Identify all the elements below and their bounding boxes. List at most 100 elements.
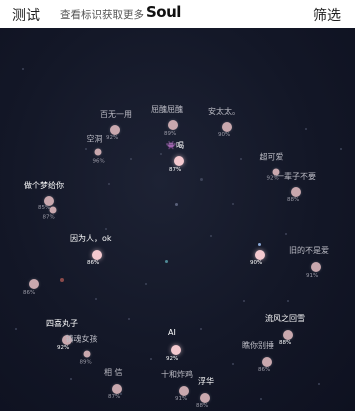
user-node-label: 旧的不是爱 [289,246,329,255]
user-node-xiangxi[interactable]: 相 信 87% [104,368,123,400]
background-star [232,203,234,205]
user-avatar-dot[interactable] [291,187,301,197]
hint-text: 查看标识获取更多 [60,9,144,21]
user-node-match: 88% [196,403,209,409]
user-node-antai[interactable]: 安太太。 90% [208,107,240,138]
background-star [200,178,203,181]
user-node-chouchou[interactable]: 屈醜屈醜 89% [151,105,183,137]
user-avatar-dot[interactable] [283,330,293,340]
background-star [260,398,262,400]
user-node-kongjian[interactable]: 空洞 96% [87,135,105,165]
user-node-label: 做个梦给你 [24,181,64,190]
user-avatar-dot[interactable] [262,357,272,367]
user-node-match: 87% [42,214,55,221]
user-node-match: 88% [279,340,292,346]
background-star [145,283,147,285]
background-star [305,128,307,130]
user-node-label: 流风之回雪 [265,314,305,323]
user-node-qiaoni[interactable]: 瞧你别捶 86% [242,341,274,373]
user-node-label: 👾喝 [166,141,184,150]
user-node-match: 87% [108,394,121,400]
user-avatar-dot[interactable] [49,206,57,214]
user-node-label: 空洞 [86,134,103,144]
user-node-match: 96% [92,158,105,165]
user-node-label: 镇魂女孩 [65,334,98,344]
background-star [70,378,72,380]
user-node-weiren[interactable]: 因为人，ok 86% [70,234,112,266]
background-star [95,298,97,300]
background-star [150,358,152,360]
user-avatar-dot[interactable] [29,279,39,289]
user-node-label: 十和炸鸡 [161,370,193,379]
user-node-baiwu[interactable]: 百无一用 92% [100,110,132,141]
user-node-label: 百无一用 [100,110,132,119]
user-node-match: 85% [38,205,51,211]
user-node-label: 屈醜屈醜 [151,105,183,114]
background-star [243,300,245,302]
user-avatar-dot[interactable] [110,125,120,135]
user-node-yibeizi[interactable]: 一辈子不要 88% [276,172,316,203]
user-node-match: 91% [175,396,188,402]
background-star [232,363,234,365]
background-star [175,203,178,206]
user-avatar-dot[interactable] [171,345,181,355]
background-star [200,328,202,330]
background-star [22,68,24,70]
user-avatar-dot[interactable] [83,350,91,358]
user-avatar-dot[interactable] [311,262,321,272]
user-node-label: AI [168,328,176,337]
background-star [318,383,320,385]
user-node-shihe[interactable]: 十和炸鸡 91% [161,370,193,402]
user-avatar-dot[interactable] [174,156,184,166]
user-node-label: 四喜丸子 [46,319,78,328]
user-node-match: 86% [23,290,36,296]
user-node-match: 89% [164,131,177,137]
user-node-label: 一辈子不要 [276,172,316,181]
user-node-match: 92% [166,356,179,362]
user-avatar-dot[interactable] [200,393,210,403]
user-node-match: 86% [87,260,100,266]
background-star [60,278,64,282]
background-star [165,260,168,263]
user-node-liufeng[interactable]: 流风之回雪 88% [265,314,305,346]
user-avatar-dot[interactable] [112,384,122,394]
user-avatar-dot[interactable] [222,122,232,132]
background-star [287,300,289,302]
user-node-match: 88% [287,197,300,203]
user-node-jiude[interactable]: 旧的不是爱 91% [289,246,329,279]
background-star [285,233,287,235]
background-star [240,158,242,160]
user-node-geimeng[interactable]: 做个梦给你 85% [24,181,64,211]
user-node-match: 90% [250,260,263,266]
tab-test[interactable]: 测试 [12,5,40,25]
user-node-fuhua[interactable]: 浮华 88% [196,377,214,409]
user-node-geimeng-2[interactable]: 87% [43,206,57,221]
background-star [105,228,107,230]
user-node-ai[interactable]: AI 92% [166,328,181,362]
user-node-right-90[interactable]: 90% [250,250,265,266]
soul-logo: Soul [146,3,181,21]
user-node-left-86[interactable]: 86% [23,279,39,296]
filter-button[interactable]: 筛选 [313,5,341,25]
user-node-label: 浮华 [198,377,214,386]
user-avatar-dot[interactable] [179,386,189,396]
user-node-match: 90% [218,132,231,138]
user-avatar-dot[interactable] [168,120,178,130]
star-map[interactable]: 百无一用 92% 空洞 96% 屈醜屈醜 89% 👾喝 87% 安太太。 90%… [0,28,355,411]
user-node-zhenhun[interactable]: 镇魂女孩 89% [66,335,98,366]
background-star [128,318,130,320]
user-node-match: 87% [169,167,182,173]
background-star [15,328,17,330]
top-bar: 测试 查看标识获取更多 Soul 筛选 [0,0,355,28]
user-node-match: 91% [306,273,319,279]
user-avatar-dot[interactable] [94,148,102,156]
background-star [210,235,212,237]
user-node-match: 92% [106,135,119,141]
user-node-yinghe[interactable]: 👾喝 87% [166,141,184,173]
user-node-match: 89% [79,359,92,366]
user-avatar-dot[interactable] [255,250,265,260]
background-star [340,148,342,150]
background-star [160,153,162,155]
background-star [130,158,132,160]
user-avatar-dot[interactable] [92,250,102,260]
